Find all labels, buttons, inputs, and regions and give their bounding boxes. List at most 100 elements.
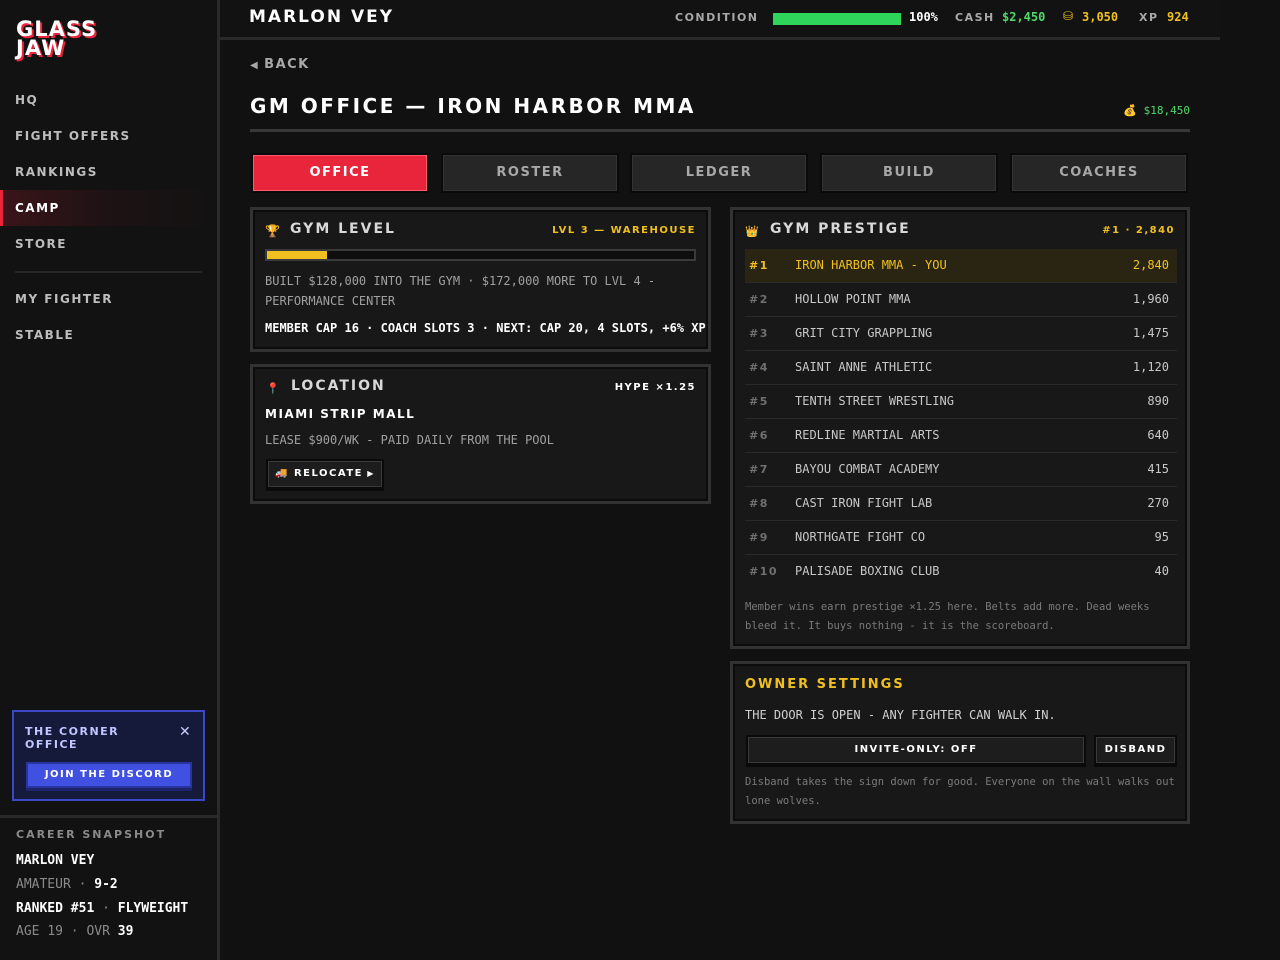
nav-item-stable[interactable]: STABLE xyxy=(0,317,217,353)
career-snapshot-title: CAREER SNAPSHOT xyxy=(16,828,167,841)
location-title: LOCATION xyxy=(291,378,386,394)
gym-level-panel: 🏆 GYM LEVEL LVL 3 — WAREHOUSE BUILT $128… xyxy=(250,207,711,352)
nav-item-camp[interactable]: CAMP xyxy=(0,190,217,226)
prestige-gym: REDLINE MARTIAL ARTS xyxy=(795,428,940,442)
fighter-name: MARLON VEY xyxy=(249,7,395,27)
prestige-note: Member wins earn prestige ×1.25 here. Be… xyxy=(745,601,1150,632)
tab-coaches[interactable]: COACHES xyxy=(1010,153,1188,193)
bankroll: 💰 $18,450 xyxy=(1123,104,1190,117)
prestige-row: #7 BAYOU COMBAT ACADEMY 415 xyxy=(745,453,1177,487)
condition-label: CONDITION xyxy=(675,11,759,24)
coin-stack-icon: ⛁ xyxy=(1063,9,1074,23)
back-arrow-icon: ◀ xyxy=(250,60,265,71)
nav-item-my-fighter[interactable]: MY FIGHTER xyxy=(0,281,217,317)
nav-item-rankings[interactable]: RANKINGS xyxy=(0,154,217,190)
trophy-icon: 🏆 xyxy=(265,224,280,238)
condition-value: 100% xyxy=(909,10,938,24)
xp-label: XP xyxy=(1139,11,1159,24)
prestige-rank: #7 xyxy=(749,463,769,476)
coins-value: 3,050 xyxy=(1082,10,1119,24)
back-label: BACK xyxy=(264,57,310,72)
snapshot-name: MARLON VEY xyxy=(16,853,95,868)
owner-note: Disband takes the sign down for good. Ev… xyxy=(745,776,1175,807)
prestige-score: 1,960 xyxy=(1132,292,1169,306)
snapshot-age: AGE 19 · OVR 39 xyxy=(16,924,134,939)
prestige-row: #6 REDLINE MARTIAL ARTS 640 xyxy=(745,419,1177,453)
prestige-gym: NORTHGATE FIGHT CO xyxy=(795,530,926,544)
relocate-button[interactable]: 🚚 RELOCATE ▶ xyxy=(266,459,384,489)
prestige-row: #8 CAST IRON FIGHT LAB 270 xyxy=(745,487,1177,521)
condition-bar-fill xyxy=(773,13,901,25)
discord-promo: THE CORNER OFFICE ✕ JOIN THE DISCORD xyxy=(12,710,205,801)
snapshot-record-value: 9-2 xyxy=(94,877,118,892)
prestige-rank: #4 xyxy=(749,361,769,374)
location-lease: LEASE $900/WK - PAID DAILY FROM THE POOL xyxy=(265,433,554,447)
snapshot-divider xyxy=(0,815,217,818)
tab-build[interactable]: BUILD xyxy=(820,153,998,193)
prestige-gym: SAINT ANNE ATHLETIC xyxy=(795,360,933,374)
prestige-gym: GRIT CITY GRAPPLING xyxy=(795,326,933,340)
snapshot-rank-value: RANKED #51 xyxy=(16,901,95,916)
prestige-score: 95 xyxy=(1154,530,1169,544)
cash-value: $2,450 xyxy=(1002,10,1046,24)
gym-level-perks: MEMBER CAP 16 · COACH SLOTS 3 · NEXT: CA… xyxy=(265,321,706,335)
tab-office[interactable]: OFFICE xyxy=(251,153,429,193)
nav-divider xyxy=(15,271,202,273)
age-value: 19 xyxy=(47,924,63,939)
invite-only-toggle[interactable]: INVITE-ONLY: OFF xyxy=(746,735,1086,765)
gym-level-title: GYM LEVEL xyxy=(290,221,396,237)
tab-roster[interactable]: ROSTER xyxy=(441,153,619,193)
prestige-score: 40 xyxy=(1154,564,1169,578)
app-logo[interactable]: GLASS JAW xyxy=(16,19,116,59)
prestige-rank: #10 xyxy=(749,565,779,578)
money-bag-icon: 💰 xyxy=(1123,104,1144,117)
prestige-score: 1,475 xyxy=(1132,326,1169,340)
ovr-value: 39 xyxy=(117,924,134,939)
back-button[interactable]: ◀ BACK xyxy=(250,57,310,72)
prestige-score: 1,120 xyxy=(1132,360,1169,374)
pin-icon: 📍 xyxy=(266,382,280,395)
prestige-row: #2 HOLLOW POINT MMA 1,960 xyxy=(745,283,1177,317)
join-discord-button[interactable]: JOIN THE DISCORD xyxy=(26,762,192,788)
owner-status: THE DOOR IS OPEN - ANY FIGHTER CAN WALK … xyxy=(745,708,1056,722)
location-place: MIAMI STRIP MALL xyxy=(265,407,416,421)
hype-tag: HYPE ×1.25 xyxy=(614,382,696,393)
close-icon[interactable]: ✕ xyxy=(179,724,191,740)
prestige-score: 415 xyxy=(1147,462,1169,476)
nav-item-store[interactable]: STORE xyxy=(0,226,217,262)
prestige-row: #9 NORTHGATE FIGHT CO 95 xyxy=(745,521,1177,555)
prestige-score: 270 xyxy=(1147,496,1169,510)
xp-value: 924 xyxy=(1167,10,1189,24)
prestige-gym: HOLLOW POINT MMA xyxy=(795,292,911,306)
truck-icon: 🚚 xyxy=(275,468,294,479)
sidebar: GLASS JAW HQ FIGHT OFFERS RANKINGS CAMP … xyxy=(0,0,220,960)
prestige-rank: #1 xyxy=(749,259,769,272)
chevron-right-icon: ▶ xyxy=(363,469,375,478)
nav-item-hq[interactable]: HQ xyxy=(0,82,217,118)
snapshot-level: AMATEUR xyxy=(16,877,71,892)
gym-prestige-panel: 👑 GYM PRESTIGE #1 · 2,840 #1 IRON HARBOR … xyxy=(730,207,1190,649)
prestige-gym: IRON HARBOR MMA - YOU xyxy=(795,258,947,272)
nav-item-fight-offers[interactable]: FIGHT OFFERS xyxy=(0,118,217,154)
prestige-rank: #2 xyxy=(749,293,769,306)
prestige-rank: #9 xyxy=(749,531,769,544)
snapshot-division: FLYWEIGHT xyxy=(117,901,189,916)
cash-label: CASH xyxy=(955,11,995,24)
prestige-row: #4 SAINT ANNE ATHLETIC 1,120 xyxy=(745,351,1177,385)
relocate-label: RELOCATE xyxy=(293,468,363,479)
prestige-row: #1 IRON HARBOR MMA - YOU 2,840 xyxy=(745,249,1177,283)
top-bar: MARLON VEY CONDITION 100% CASH $2,450 ⛁ … xyxy=(220,0,1220,40)
gym-level-tag: LVL 3 — WAREHOUSE xyxy=(552,225,696,236)
title-divider xyxy=(250,129,1190,132)
owner-settings-title: OWNER SETTINGS xyxy=(745,677,905,692)
prestige-rank: #8 xyxy=(749,497,769,510)
crown-icon: 👑 xyxy=(745,225,759,238)
prestige-row: #10 PALISADE BOXING CLUB 40 xyxy=(745,555,1177,589)
disband-button[interactable]: DISBAND xyxy=(1094,735,1177,765)
prestige-gym: CAST IRON FIGHT LAB xyxy=(795,496,933,510)
prestige-gym: PALISADE BOXING CLUB xyxy=(795,564,940,578)
ovr-label: OVR xyxy=(86,924,110,939)
tab-ledger[interactable]: LEDGER xyxy=(630,153,808,193)
prestige-score: 890 xyxy=(1147,394,1169,408)
prestige-row: #3 GRIT CITY GRAPPLING 1,475 xyxy=(745,317,1177,351)
